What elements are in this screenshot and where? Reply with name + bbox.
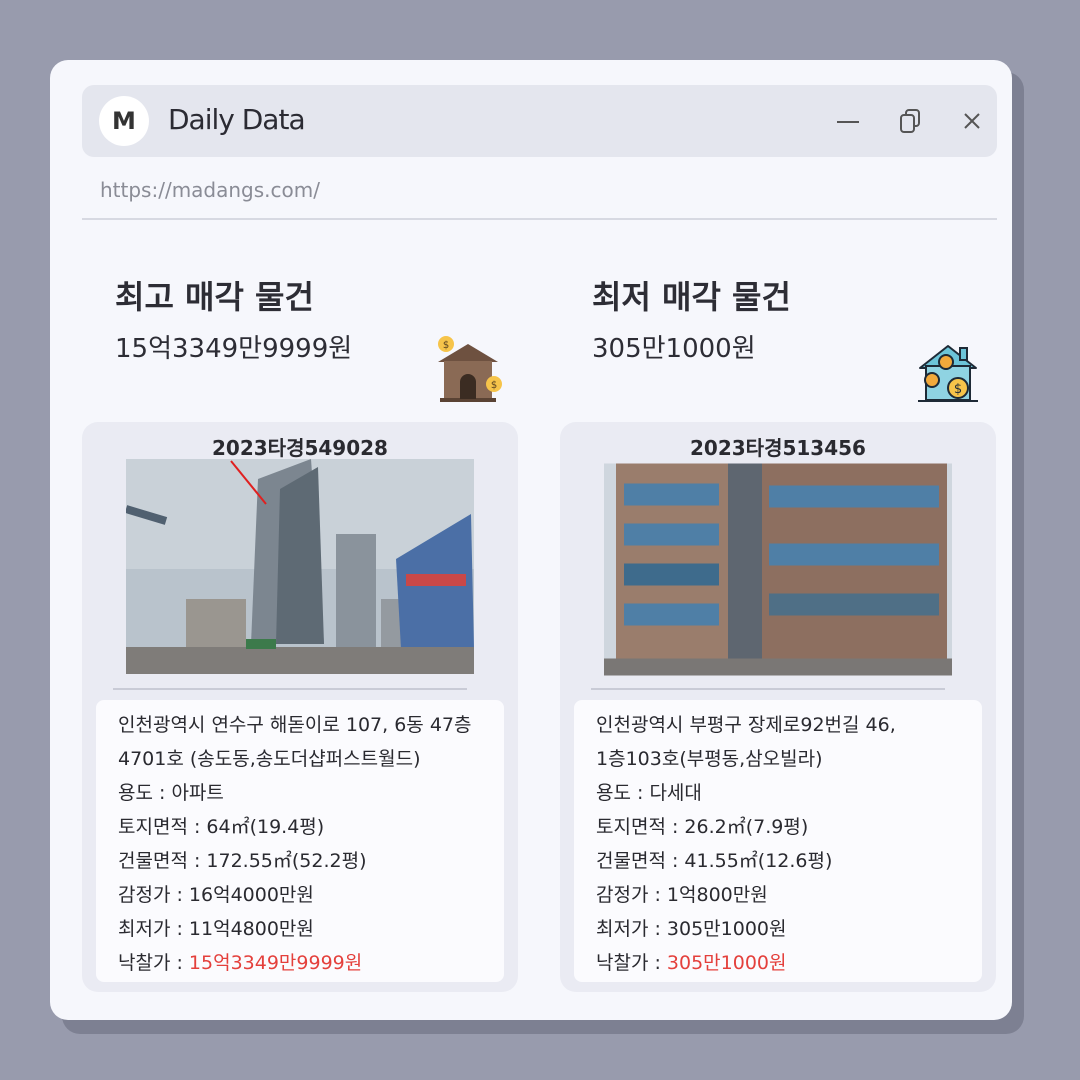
- highest-heading: 최고 매각 물건: [115, 278, 314, 316]
- lowest-winning-label: 낙찰가 :: [596, 952, 667, 974]
- lowest-address-line2: 1층103호(부평동,삼오빌라): [596, 748, 823, 770]
- lowest-usage: 용도 : 다세대: [596, 782, 702, 804]
- svg-text:$: $: [443, 340, 449, 351]
- app-logo: M: [99, 96, 149, 146]
- lowest-property-photo: [604, 463, 952, 676]
- svg-text:$: $: [491, 380, 497, 391]
- url-text[interactable]: https://madangs.com/: [100, 178, 320, 202]
- minimize-icon[interactable]: [834, 107, 862, 135]
- lowest-minimum: 최저가 : 305만1000원: [596, 918, 787, 940]
- app-window: M Daily Data https://madangs.com/ 최고 매각 …: [50, 60, 1012, 1020]
- highest-address-line2: 4701호 (송도동,송도더샵퍼스트월드): [118, 748, 421, 770]
- close-icon[interactable]: [958, 107, 986, 135]
- header-divider: [82, 218, 997, 220]
- highest-land-area: 토지면적 : 64㎡(19.4평): [118, 816, 325, 838]
- highest-appraisal: 감정가 : 16억4000만원: [118, 884, 314, 906]
- lowest-price: 305만1000원: [592, 334, 756, 364]
- highest-case-number: 2023타경549028: [212, 436, 388, 460]
- highest-usage: 용도 : 아파트: [118, 782, 224, 804]
- app-title: Daily Data: [168, 103, 306, 136]
- highest-winning-value: 15억3349만9999원: [188, 952, 363, 974]
- lowest-heading: 최저 매각 물건: [592, 278, 791, 316]
- lowest-address-line1: 인천광역시 부평구 장제로92번길 46,: [596, 714, 896, 736]
- lowest-winning-value: 305만1000원: [666, 952, 787, 974]
- lowest-case-number: 2023타경513456: [690, 436, 866, 460]
- highest-winning-bid: 낙찰가 : 15억3349만9999원: [118, 948, 362, 975]
- highest-building-area: 건물면적 : 172.55㎡(52.2평): [118, 850, 367, 872]
- lowest-building-area: 건물면적 : 41.55㎡(12.6평): [596, 850, 833, 872]
- highest-info-panel: 인천광역시 연수구 해돋이로 107, 6동 47층 4701호 (송도동,송도…: [96, 700, 504, 982]
- lowest-card-divider: [591, 688, 945, 690]
- highest-card: 2023타경549028 인천광역시 연수구 해돋이로 107, 6동 47층 …: [82, 422, 518, 992]
- highest-property-photo: [126, 459, 474, 674]
- house-money-icon: $ $: [438, 336, 502, 402]
- highest-address-line1: 인천광역시 연수구 해돋이로 107, 6동 47층: [118, 714, 472, 736]
- lowest-appraisal: 감정가 : 1억800만원: [596, 884, 768, 906]
- lowest-land-area: 토지면적 : 26.2㎡(7.9평): [596, 816, 809, 838]
- svg-text:$: $: [954, 382, 962, 397]
- highest-winning-label: 낙찰가 :: [118, 952, 189, 974]
- lowest-card: 2023타경513456 인천광역시 부평구 장제로92번길 46, 1층103…: [560, 422, 996, 992]
- house-coins-icon: $: [918, 345, 978, 402]
- lowest-winning-bid: 낙찰가 : 305만1000원: [596, 948, 787, 975]
- highest-card-divider: [113, 688, 467, 690]
- restore-icon[interactable]: [897, 107, 925, 135]
- title-bar: M Daily Data: [82, 85, 997, 157]
- lowest-info-panel: 인천광역시 부평구 장제로92번길 46, 1층103호(부평동,삼오빌라) 용…: [574, 700, 982, 982]
- highest-price: 15억3349만9999원: [115, 334, 353, 364]
- highest-minimum: 최저가 : 11억4800만원: [118, 918, 314, 940]
